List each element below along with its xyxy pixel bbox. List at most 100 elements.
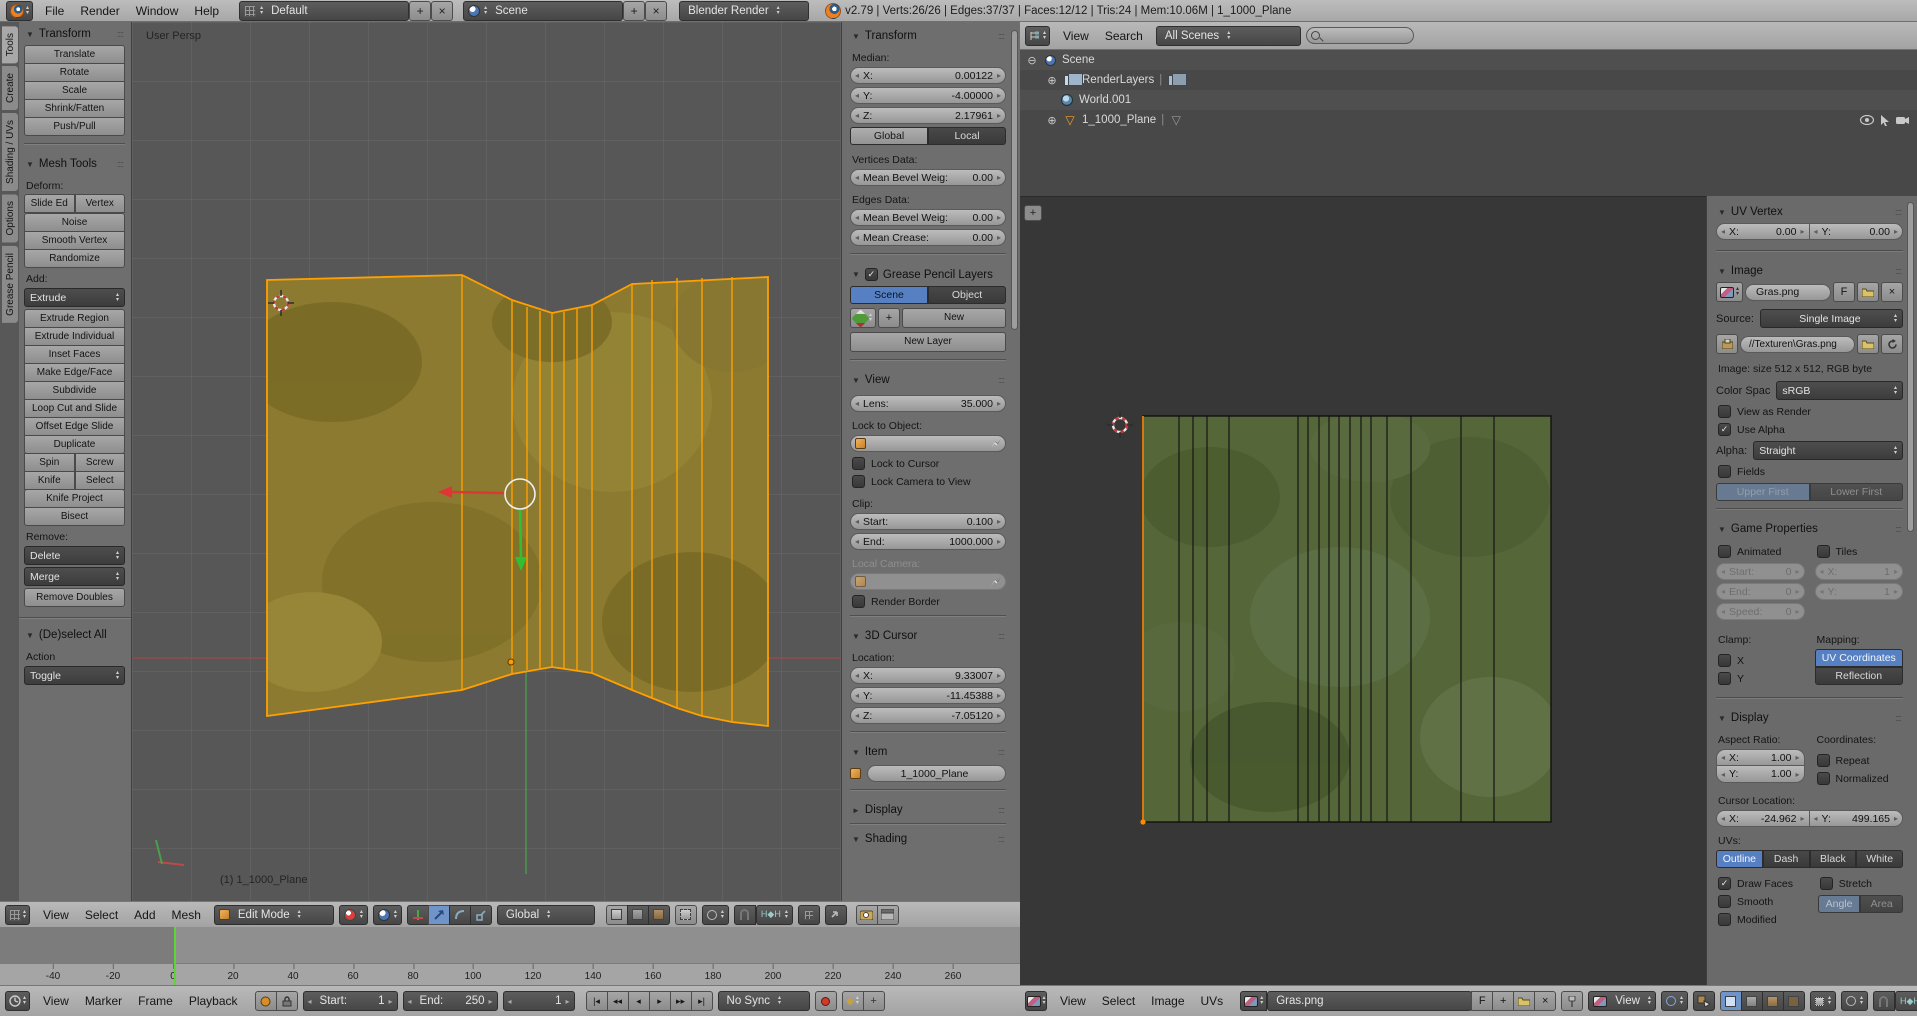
cursor-x-field[interactable]: ◂X:-24.962▸ xyxy=(1716,810,1810,827)
cursor-z-field[interactable]: ◂Z:-7.05120▸ xyxy=(850,707,1006,724)
tool-button[interactable]: Inset Faces xyxy=(24,345,125,364)
outliner-row-plane[interactable]: ⊕ ▽ 1_1000_Plane | ▽ xyxy=(1020,110,1917,130)
local-camera-field[interactable] xyxy=(850,573,1006,590)
uv-draw-mode-outline-button[interactable]: Outline xyxy=(1716,850,1763,868)
eyedropper-icon[interactable] xyxy=(991,439,1001,449)
aspect-x-field[interactable]: ◂X:1.00▸ xyxy=(1716,749,1805,766)
uv-sync-selection-button[interactable] xyxy=(1693,991,1715,1011)
next-keyframe-button[interactable]: ▸▸ xyxy=(670,991,692,1011)
vertex-select-mode-button[interactable] xyxy=(606,905,628,925)
insert-keyframe-button[interactable]: + xyxy=(863,991,885,1011)
cursor-2d[interactable] xyxy=(1107,412,1133,438)
aspect-y-field[interactable]: ◂Y:1.00▸ xyxy=(1716,766,1805,783)
tool-shelf-tab[interactable]: Create xyxy=(2,66,18,110)
mean-crease-field[interactable]: ◂Mean Crease:0.00▸ xyxy=(850,229,1006,246)
editor-type-selector[interactable]: ▴▾ xyxy=(5,991,30,1011)
snap-target-button[interactable] xyxy=(798,905,820,925)
uv-coordinates-button[interactable]: UV Coordinates xyxy=(1815,649,1904,667)
cursor-y-field[interactable]: ◂Y:499.165▸ xyxy=(1810,810,1904,827)
image-path-field[interactable]: //Texturen\Gras.png xyxy=(1740,336,1855,353)
menu-item[interactable]: View xyxy=(1052,994,1094,1008)
tool-button[interactable]: Noise xyxy=(24,213,125,232)
tiles-y-field[interactable]: ◂Y:1▸ xyxy=(1815,583,1904,600)
uv-vertex-select-button[interactable] xyxy=(1720,991,1742,1011)
keying-set-selector[interactable]: ◆▴▾ xyxy=(842,991,864,1011)
normalized-checkbox[interactable] xyxy=(1817,772,1830,785)
tool-button[interactable]: Translate xyxy=(24,45,125,64)
outliner-display-mode-selector[interactable]: All Scenes▴▾ xyxy=(1156,26,1301,46)
image-name-field[interactable]: Gras.png xyxy=(1745,284,1831,301)
fields-checkbox[interactable] xyxy=(1718,465,1731,478)
image-source-dropdown[interactable]: Single Image▴▾ xyxy=(1760,309,1903,328)
tool-shelf-tab[interactable]: Tools xyxy=(2,26,18,63)
reload-image-button[interactable] xyxy=(1881,334,1903,354)
stretch-checkbox[interactable] xyxy=(1820,877,1833,890)
pivot-point-selector[interactable]: ▴▾ xyxy=(1661,991,1688,1011)
lock-camera-checkbox[interactable] xyxy=(852,475,865,488)
tool-shelf-tab[interactable]: Grease Pencil xyxy=(2,246,18,323)
outliner-row-scene[interactable]: ⊖ Scene xyxy=(1020,50,1917,70)
tiles-checkbox[interactable] xyxy=(1817,545,1830,558)
current-frame-line[interactable] xyxy=(174,927,176,985)
translate-manipulator-button[interactable] xyxy=(428,905,450,925)
snap-toggle-button[interactable] xyxy=(734,905,756,925)
menu-item[interactable]: Mesh xyxy=(164,908,209,922)
tool-button[interactable]: Duplicate xyxy=(24,435,125,454)
editor-type-selector[interactable]: ▴▾ xyxy=(1025,991,1047,1011)
gp-scene-button[interactable]: Scene xyxy=(850,286,928,304)
fake-user-button[interactable]: F xyxy=(1833,282,1855,302)
tool-button[interactable]: Scale xyxy=(24,81,125,100)
add-scene-button[interactable]: + xyxy=(623,1,645,21)
unlink-image-button[interactable]: × xyxy=(1534,991,1556,1011)
menu-item[interactable]: Help xyxy=(186,4,227,18)
scene-selector[interactable]: ▴▾ Scene xyxy=(463,1,623,21)
slide-vertex-button[interactable]: Vertex xyxy=(75,194,126,213)
median-y-field[interactable]: ◂Y:-4.00000▸ xyxy=(850,87,1006,104)
menu-item[interactable]: View xyxy=(1055,29,1097,43)
uv-draw-mode-black-button[interactable]: Black xyxy=(1810,850,1857,868)
local-button[interactable]: Local xyxy=(928,127,1006,145)
gp-new-layer-button[interactable]: New Layer xyxy=(850,332,1006,352)
menu-item[interactable]: Select xyxy=(77,908,126,922)
menu-item[interactable]: Search xyxy=(1097,29,1151,43)
remove-doubles-button[interactable]: Remove Doubles xyxy=(24,588,125,607)
lock-time-icon[interactable] xyxy=(276,991,298,1011)
median-x-field[interactable]: ◂X:0.00122▸ xyxy=(850,67,1006,84)
menu-item[interactable]: File xyxy=(37,4,72,18)
limit-selection-visible-button[interactable] xyxy=(675,905,697,925)
toggle-dropdown[interactable]: Toggle ▴▾ xyxy=(24,666,125,685)
slide-edge-button[interactable]: Slide Ed xyxy=(24,194,75,213)
game-end-field[interactable]: ◂End:0▸ xyxy=(1716,583,1805,600)
uv-edge-select-button[interactable] xyxy=(1741,991,1763,1011)
gp-new-button[interactable]: New xyxy=(902,308,1006,328)
unlink-image-button[interactable]: × xyxy=(1881,282,1903,302)
display-panel-header[interactable]: ► Display :::: xyxy=(850,798,1006,821)
tiles-x-field[interactable]: ◂X:1▸ xyxy=(1815,563,1904,580)
tool-button[interactable]: Extrude Region xyxy=(24,309,125,328)
image-browse-dropdown[interactable]: ▴▾ xyxy=(1716,282,1743,302)
stretch-area-button[interactable]: Area xyxy=(1860,895,1903,913)
expand-icon[interactable]: ⊕ xyxy=(1046,74,1058,87)
display-channels-selector[interactable]: View▴▾ xyxy=(1588,991,1656,1011)
image-panel-header[interactable]: ▼ Image :::: xyxy=(1716,259,1903,282)
uv-props-scrollbar[interactable] xyxy=(1907,202,1914,532)
opengl-render-anim-button[interactable] xyxy=(877,905,899,925)
clamp-x-checkbox[interactable] xyxy=(1718,654,1731,667)
tool-button[interactable]: Make Edge/Face xyxy=(24,363,125,382)
colorspace-dropdown[interactable]: sRGB▴▾ xyxy=(1776,381,1903,400)
blender-app-menu[interactable]: ▴▾ xyxy=(6,1,33,21)
frame-start-field[interactable]: ◂Start:1▸ xyxy=(303,991,398,1011)
cursor-3d-panel-header[interactable]: ▼ 3D Cursor :::: xyxy=(850,624,1006,647)
image-name-field[interactable]: Gras.png xyxy=(1267,991,1472,1011)
sticky-selection-selector[interactable]: ▴▾ xyxy=(1810,991,1836,1011)
view-as-render-checkbox[interactable] xyxy=(1718,405,1731,418)
mode-selector[interactable]: Edit Mode ▴▾ xyxy=(214,905,334,925)
render-border-checkbox[interactable] xyxy=(852,595,865,608)
menu-item[interactable]: Add xyxy=(126,908,163,922)
editor-type-selector[interactable]: ▴▾ xyxy=(1025,26,1050,46)
frame-end-field[interactable]: ◂End:250▸ xyxy=(403,991,498,1011)
item-name-field[interactable]: 1_1000_Plane xyxy=(867,765,1006,782)
uv-vertex-y-field[interactable]: ◂Y:0.00▸ xyxy=(1810,223,1904,240)
lower-first-button[interactable]: Lower First xyxy=(1810,483,1904,501)
clip-end-field[interactable]: ◂End:1000.000▸ xyxy=(850,533,1006,550)
